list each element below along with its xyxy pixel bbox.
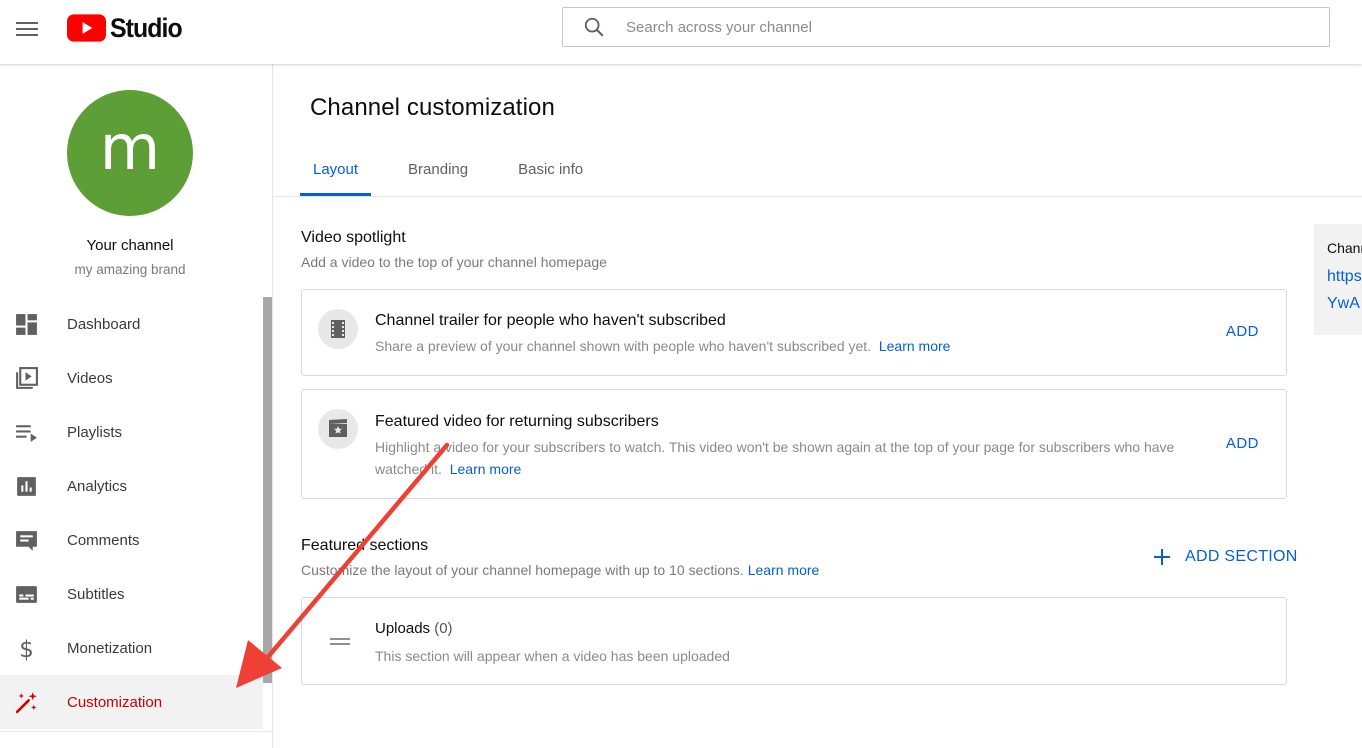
search-input[interactable] [626,18,1266,36]
avatar[interactable]: m [67,90,193,216]
add-featured-video-button[interactable]: ADD [1226,435,1259,452]
sidebar-item-subtitles[interactable]: Subtitles [0,567,263,621]
drag-handle-icon[interactable] [330,638,350,646]
svg-text:$: $ [19,637,34,661]
featured-sections-title: Featured sections [301,537,429,554]
featured-video-icon [318,409,358,449]
learn-more-link[interactable]: Learn more [748,562,820,578]
tab-layout[interactable]: Layout [300,150,372,196]
sidebar-item-label: Analytics [67,477,128,495]
plus-icon [1154,549,1170,565]
featured-sections-description-text: Customize the layout of your channel hom… [301,562,744,578]
card-description-line-2: watched it. Learn more [375,458,1225,480]
channel-trailer-card: Channel trailer for people who haven't s… [301,289,1287,376]
divider [0,731,273,732]
learn-more-link[interactable]: Learn more [450,461,522,477]
add-section-button[interactable]: ADD SECTION [1153,548,1298,566]
page-title: Channel customization [310,94,555,121]
featured-video-card: Featured video for returning subscribers… [301,389,1287,499]
add-trailer-button[interactable]: ADD [1226,323,1259,340]
sidebar-item-label: Videos [67,369,113,387]
sidebar: m Your channel my amazing brand Dashboar… [0,64,273,748]
sidebar-item-label: Comments [67,531,140,549]
dollar-icon: $ [19,637,34,661]
dashboard-icon [16,314,37,335]
channel-title: Your channel [86,237,174,254]
card-description: Share a preview of your channel shown wi… [375,335,950,357]
search-bar[interactable] [562,7,1330,47]
analytics-icon [17,477,36,496]
top-bar: Studio [0,0,1362,64]
subtitles-icon [16,586,37,603]
tab-basic-info[interactable]: Basic info [505,150,596,196]
film-icon [318,309,358,349]
card-title: Channel trailer for people who haven't s… [375,312,726,329]
channel-url-panel: Chann https YwA [1314,224,1362,335]
youtube-studio-logo[interactable]: Studio [67,13,188,43]
comments-icon [16,531,37,551]
channel-subtitle: my amazing brand [74,262,186,277]
card-title: Featured video for returning subscribers [375,413,659,430]
tab-branding[interactable]: Branding [395,150,481,196]
sidebar-item-comments[interactable]: Comments [0,513,263,567]
uploads-title-text: Uploads [375,620,431,637]
sidebar-item-label: Subtitles [67,585,125,603]
featured-sections-description: Customize the layout of your channel hom… [301,562,819,578]
magic-wand-icon [15,692,37,714]
uploads-title: Uploads (0) [375,620,453,637]
sidebar-item-label: Monetization [67,639,153,657]
card-description-text: watched it. [375,461,442,477]
youtube-play-icon [67,14,106,42]
divider [273,196,1362,197]
sidebar-item-dashboard[interactable]: Dashboard [0,297,263,351]
sidebar-item-label: Customization [67,693,163,711]
search-icon[interactable] [583,16,605,38]
logo-text: Studio [110,12,183,43]
sidebar-item-label: Playlists [67,423,123,441]
card-description-line: Highlight a video for your subscribers t… [375,439,1175,455]
sidebar-item-monetization[interactable]: $ Monetization [0,621,263,675]
videos-icon [16,367,38,389]
uploads-section-card: Uploads (0) This section will appear whe… [301,597,1287,685]
uploads-description: This section will appear when a video ha… [375,648,730,664]
card-description: Highlight a video for your subscribers t… [375,436,1225,480]
channel-url-label: Chann [1327,240,1362,256]
channel-url-link-continued[interactable]: YwA [1327,295,1360,313]
video-spotlight-description: Add a video to the top of your channel h… [301,254,607,270]
video-spotlight-title: Video spotlight [301,229,406,246]
sidebar-item-playlists[interactable]: Playlists [0,405,263,459]
sidebar-nav: Dashboard Videos Playlists Analytics Com… [0,297,263,729]
sidebar-scrollbar[interactable] [263,297,272,683]
sidebar-item-analytics[interactable]: Analytics [0,459,263,513]
hamburger-menu-icon[interactable] [14,18,40,40]
tab-bar: Layout Branding Basic info [300,150,620,196]
learn-more-link[interactable]: Learn more [879,338,951,354]
sidebar-item-label: Dashboard [67,315,141,333]
add-section-label: ADD SECTION [1185,548,1298,565]
sidebar-item-customization[interactable]: Customization [0,675,263,729]
sidebar-item-videos[interactable]: Videos [0,351,263,405]
channel-url-link[interactable]: https [1327,268,1362,286]
playlists-icon [16,425,37,442]
uploads-count: (0) [434,620,453,637]
card-description-text: Share a preview of your channel shown wi… [375,338,872,354]
